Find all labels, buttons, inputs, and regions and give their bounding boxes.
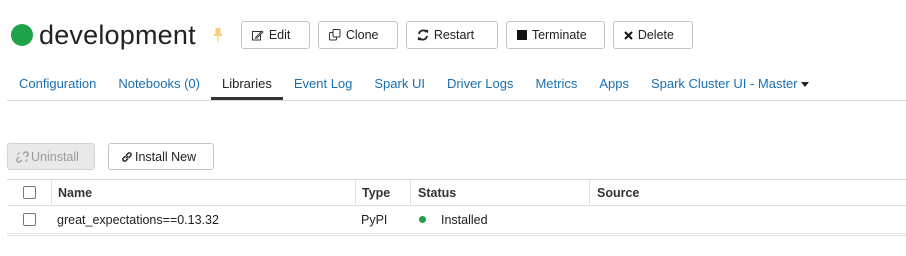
install-new-button[interactable]: Install New	[108, 143, 214, 170]
restart-button-label: Restart	[433, 28, 475, 42]
library-actions: Uninstall Install New	[7, 143, 227, 170]
install-new-button-label: Install New	[135, 149, 197, 164]
clone-button[interactable]: Clone	[317, 21, 398, 49]
unlink-icon	[16, 150, 29, 163]
uninstall-button-label: Uninstall	[31, 149, 79, 164]
column-header-status[interactable]: Status	[410, 180, 589, 205]
column-header-name[interactable]: Name	[51, 180, 355, 205]
header-checkbox-cell	[7, 180, 51, 205]
column-header-type[interactable]: Type	[355, 180, 410, 205]
tab-label: Notebooks (0)	[118, 75, 200, 91]
tab-label: Driver Logs	[446, 75, 514, 91]
cluster-tabs: Configuration Notebooks (0) Libraries Ev…	[8, 66, 820, 100]
libraries-table: Name Type Status Source great_expectatio…	[7, 179, 906, 234]
installed-status-dot	[419, 216, 426, 223]
tab-libraries[interactable]: Libraries	[210, 66, 283, 100]
edit-icon	[251, 29, 264, 41]
tabs-divider	[7, 100, 906, 101]
tab-event-log[interactable]: Event Log	[283, 66, 364, 100]
tab-label: Metrics	[535, 75, 578, 91]
restart-button[interactable]: Restart	[405, 21, 498, 49]
clone-icon	[328, 29, 341, 41]
cluster-name: development	[39, 20, 196, 50]
edit-button-label: Edit	[268, 28, 291, 42]
cluster-header: development Edit Clone Restart Terminate…	[11, 17, 701, 53]
table-header-row: Name Type Status Source	[7, 179, 906, 206]
restart-icon	[417, 29, 429, 41]
tab-driver-logs[interactable]: Driver Logs	[436, 66, 524, 100]
stop-icon	[516, 30, 527, 40]
link-icon	[121, 151, 133, 163]
tab-spark-ui[interactable]: Spark UI	[363, 66, 436, 100]
table-bottom-divider	[7, 235, 906, 236]
tab-apps[interactable]: Apps	[588, 66, 640, 100]
tab-label: Apps	[599, 75, 629, 91]
clone-button-label: Clone	[345, 28, 379, 42]
cluster-status-dot	[11, 24, 33, 46]
library-source	[589, 206, 906, 233]
library-status: Installed	[441, 212, 488, 227]
tab-label: Configuration	[19, 75, 97, 91]
delete-button[interactable]: Delete	[612, 21, 693, 49]
row-checkbox[interactable]	[23, 213, 36, 226]
terminate-button-label: Terminate	[531, 28, 587, 42]
tab-configuration[interactable]: Configuration	[8, 66, 107, 100]
uninstall-button[interactable]: Uninstall	[7, 143, 95, 170]
select-all-checkbox[interactable]	[23, 186, 36, 199]
row-checkbox-cell	[7, 206, 51, 233]
edit-button[interactable]: Edit	[240, 21, 310, 49]
table-row: great_expectations==0.13.32 PyPI Install…	[7, 206, 906, 234]
column-header-source[interactable]: Source	[589, 180, 906, 205]
pin-icon[interactable]	[213, 28, 222, 42]
tab-spark-cluster-ui-master[interactable]: Spark Cluster UI - Master	[640, 66, 820, 100]
caret-down-icon	[800, 81, 809, 87]
tab-notebooks[interactable]: Notebooks (0)	[107, 66, 211, 100]
library-name: great_expectations==0.13.32	[57, 212, 219, 227]
terminate-button[interactable]: Terminate	[505, 21, 605, 49]
library-status-cell: Installed	[410, 206, 589, 233]
tab-label: Spark Cluster UI - Master	[650, 75, 798, 91]
tab-label: Spark UI	[374, 75, 425, 91]
tab-label: Event Log	[293, 75, 353, 91]
tab-metrics[interactable]: Metrics	[524, 66, 588, 100]
library-type: PyPI	[361, 212, 388, 227]
delete-button-label: Delete	[637, 28, 674, 42]
tab-label: Libraries	[221, 75, 272, 91]
close-icon	[624, 30, 633, 40]
